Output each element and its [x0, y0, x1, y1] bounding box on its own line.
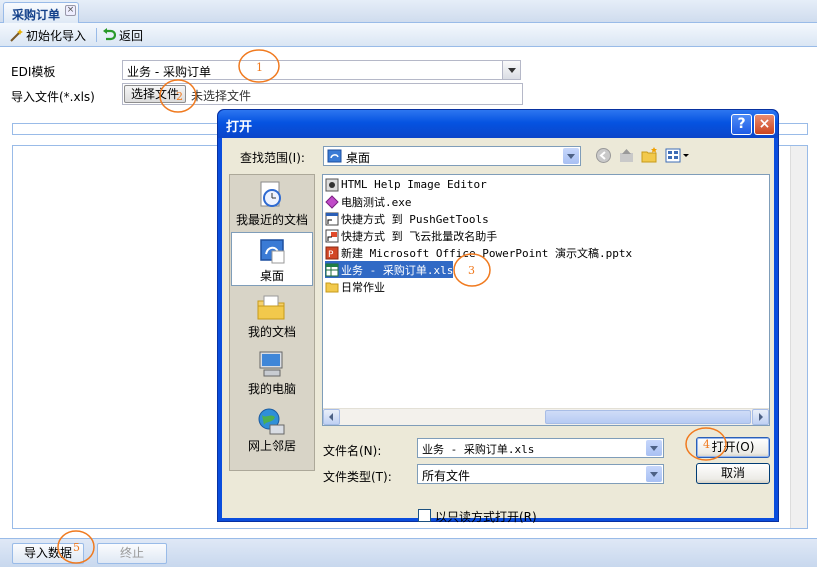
filetype-select[interactable]: 所有文件 — [417, 464, 664, 484]
place-label: 我的电脑 — [247, 382, 296, 396]
shortcut-app-icon — [325, 178, 339, 192]
place-label: 桌面 — [259, 269, 284, 283]
file-name: 日常作业 — [341, 280, 385, 294]
my-documents-icon — [256, 293, 286, 321]
my-computer-icon — [256, 350, 286, 378]
scroll-right-icon[interactable] — [752, 409, 769, 425]
place-label: 我的文档 — [247, 325, 296, 339]
bottom-bar: 导入数据 终止 — [0, 538, 817, 567]
tab-close-icon[interactable]: × — [65, 5, 76, 16]
shortcut-icon — [325, 229, 339, 243]
edi-template-label: EDI模板 — [11, 65, 56, 79]
place-label: 网上邻居 — [247, 439, 296, 453]
filetype-value: 所有文件 — [422, 469, 471, 483]
dialog-title: 打开 — [226, 120, 253, 135]
dialog-body: 查找范围(I): 桌面 我最近的文档 桌面 我的文档 我的电脑 网上邻居 HTM… — [222, 138, 774, 524]
view-menu-icon[interactable] — [665, 147, 691, 164]
dialog-title-bar[interactable]: 打开 ? × — [218, 110, 778, 138]
filetype-label: 文件类型(T): — [323, 470, 392, 484]
chevron-down-icon[interactable] — [646, 466, 662, 482]
list-item[interactable]: P 新建 Microsoft Office PowerPoint 演示文稿.pp… — [325, 244, 632, 261]
tab-title: 采购订单 — [12, 8, 61, 22]
file-name: 快捷方式 到 飞云批量改名助手 — [341, 229, 498, 243]
look-in-label: 查找范围(I): — [240, 151, 305, 165]
scroll-thumb[interactable] — [545, 410, 751, 424]
pptx-icon: P — [325, 246, 339, 260]
list-item-selected[interactable]: 业务 - 采购订单.xls — [325, 261, 454, 278]
cancel-button[interactable]: 取消 — [696, 463, 770, 484]
toolbar: 初始化导入 返回 — [0, 23, 817, 47]
place-desktop[interactable]: 桌面 — [231, 232, 313, 286]
filename-label: 文件名(N): — [323, 444, 382, 458]
xls-icon — [325, 263, 339, 277]
file-list-scrollbar[interactable] — [323, 408, 769, 425]
file-name: HTML Help Image Editor — [341, 178, 487, 191]
init-import-label: 初始化导入 — [26, 28, 87, 43]
list-item[interactable]: HTML Help Image Editor — [325, 176, 487, 193]
file-list: HTML Help Image Editor 电脑测试.exe 快捷方式 到 P… — [322, 174, 770, 426]
new-folder-icon[interactable] — [641, 147, 658, 164]
file-name: 快捷方式 到 PushGetTools — [341, 212, 489, 226]
look-in-select[interactable]: 桌面 — [323, 146, 581, 166]
file-name: 业务 - 采购订单.xls — [341, 263, 454, 277]
choose-file-button[interactable]: 选择文件 — [124, 85, 186, 103]
desktop-small-icon — [327, 149, 342, 163]
log-scrollbar[interactable] — [790, 146, 807, 528]
filename-value: 业务 - 采购订单.xls — [422, 443, 535, 456]
back-label: 返回 — [119, 28, 144, 43]
tab-strip: 采购订单 × — [0, 0, 817, 24]
list-item[interactable]: 快捷方式 到 飞云批量改名助手 — [325, 227, 497, 244]
desktop-icon — [257, 237, 287, 265]
file-input[interactable]: 选择文件 未选择文件 — [122, 83, 523, 105]
look-in-value: 桌面 — [346, 151, 371, 165]
no-file-text: 未选择文件 — [191, 89, 252, 103]
place-recent-documents[interactable]: 我最近的文档 — [231, 177, 313, 231]
places-bar: 我最近的文档 桌面 我的文档 我的电脑 网上邻居 — [229, 174, 315, 471]
list-item[interactable]: 快捷方式 到 PushGetTools — [325, 210, 489, 227]
open-dialog: 打开 ? × 查找范围(I): 桌面 我最近的文档 桌面 我的文档 我的电脑 网… — [217, 109, 779, 524]
back-nav-icon[interactable] — [595, 147, 612, 164]
tab-purchase-order[interactable]: 采购订单 × — [3, 2, 79, 24]
wand-icon — [9, 28, 23, 42]
edi-template-select[interactable]: 业务 - 采购订单 — [122, 60, 521, 80]
folder-icon — [325, 280, 339, 294]
network-places-icon — [256, 407, 286, 435]
place-my-computer[interactable]: 我的电脑 — [231, 346, 313, 400]
open-button[interactable]: 打开(O) — [696, 437, 770, 458]
chevron-down-icon[interactable] — [502, 61, 520, 79]
scroll-left-icon[interactable] — [323, 409, 340, 425]
shortcut-icon — [325, 212, 339, 226]
readonly-label: 以只读方式打开(R) — [435, 510, 537, 524]
place-my-documents[interactable]: 我的文档 — [231, 289, 313, 343]
edi-template-value: 业务 - 采购订单 — [127, 65, 211, 79]
svg-text:P: P — [328, 250, 334, 260]
close-button[interactable]: × — [754, 114, 775, 135]
chevron-down-icon[interactable] — [563, 148, 579, 164]
init-import-button[interactable]: 初始化导入 — [9, 26, 86, 44]
chevron-down-icon[interactable] — [646, 440, 662, 456]
file-name: 新建 Microsoft Office PowerPoint 演示文稿.pptx — [341, 246, 633, 260]
place-label: 我最近的文档 — [235, 213, 308, 227]
up-folder-icon[interactable] — [618, 147, 635, 164]
list-item[interactable]: 电脑测试.exe — [325, 193, 412, 210]
recent-documents-icon — [256, 181, 286, 209]
back-arrow-icon — [102, 28, 117, 42]
place-network[interactable]: 网上邻居 — [231, 403, 313, 457]
stop-button[interactable]: 终止 — [97, 543, 167, 564]
import-data-button[interactable]: 导入数据 — [12, 543, 84, 564]
file-name: 电脑测试.exe — [341, 195, 412, 209]
filename-input[interactable]: 业务 - 采购订单.xls — [417, 438, 664, 458]
exe-icon — [325, 194, 339, 209]
toolbar-separator — [96, 28, 97, 42]
list-item[interactable]: 日常作业 — [325, 278, 385, 295]
back-button[interactable]: 返回 — [102, 26, 143, 44]
import-file-label: 导入文件(*.xls) — [11, 90, 95, 104]
help-button[interactable]: ? — [731, 114, 752, 135]
readonly-checkbox[interactable] — [418, 509, 431, 522]
